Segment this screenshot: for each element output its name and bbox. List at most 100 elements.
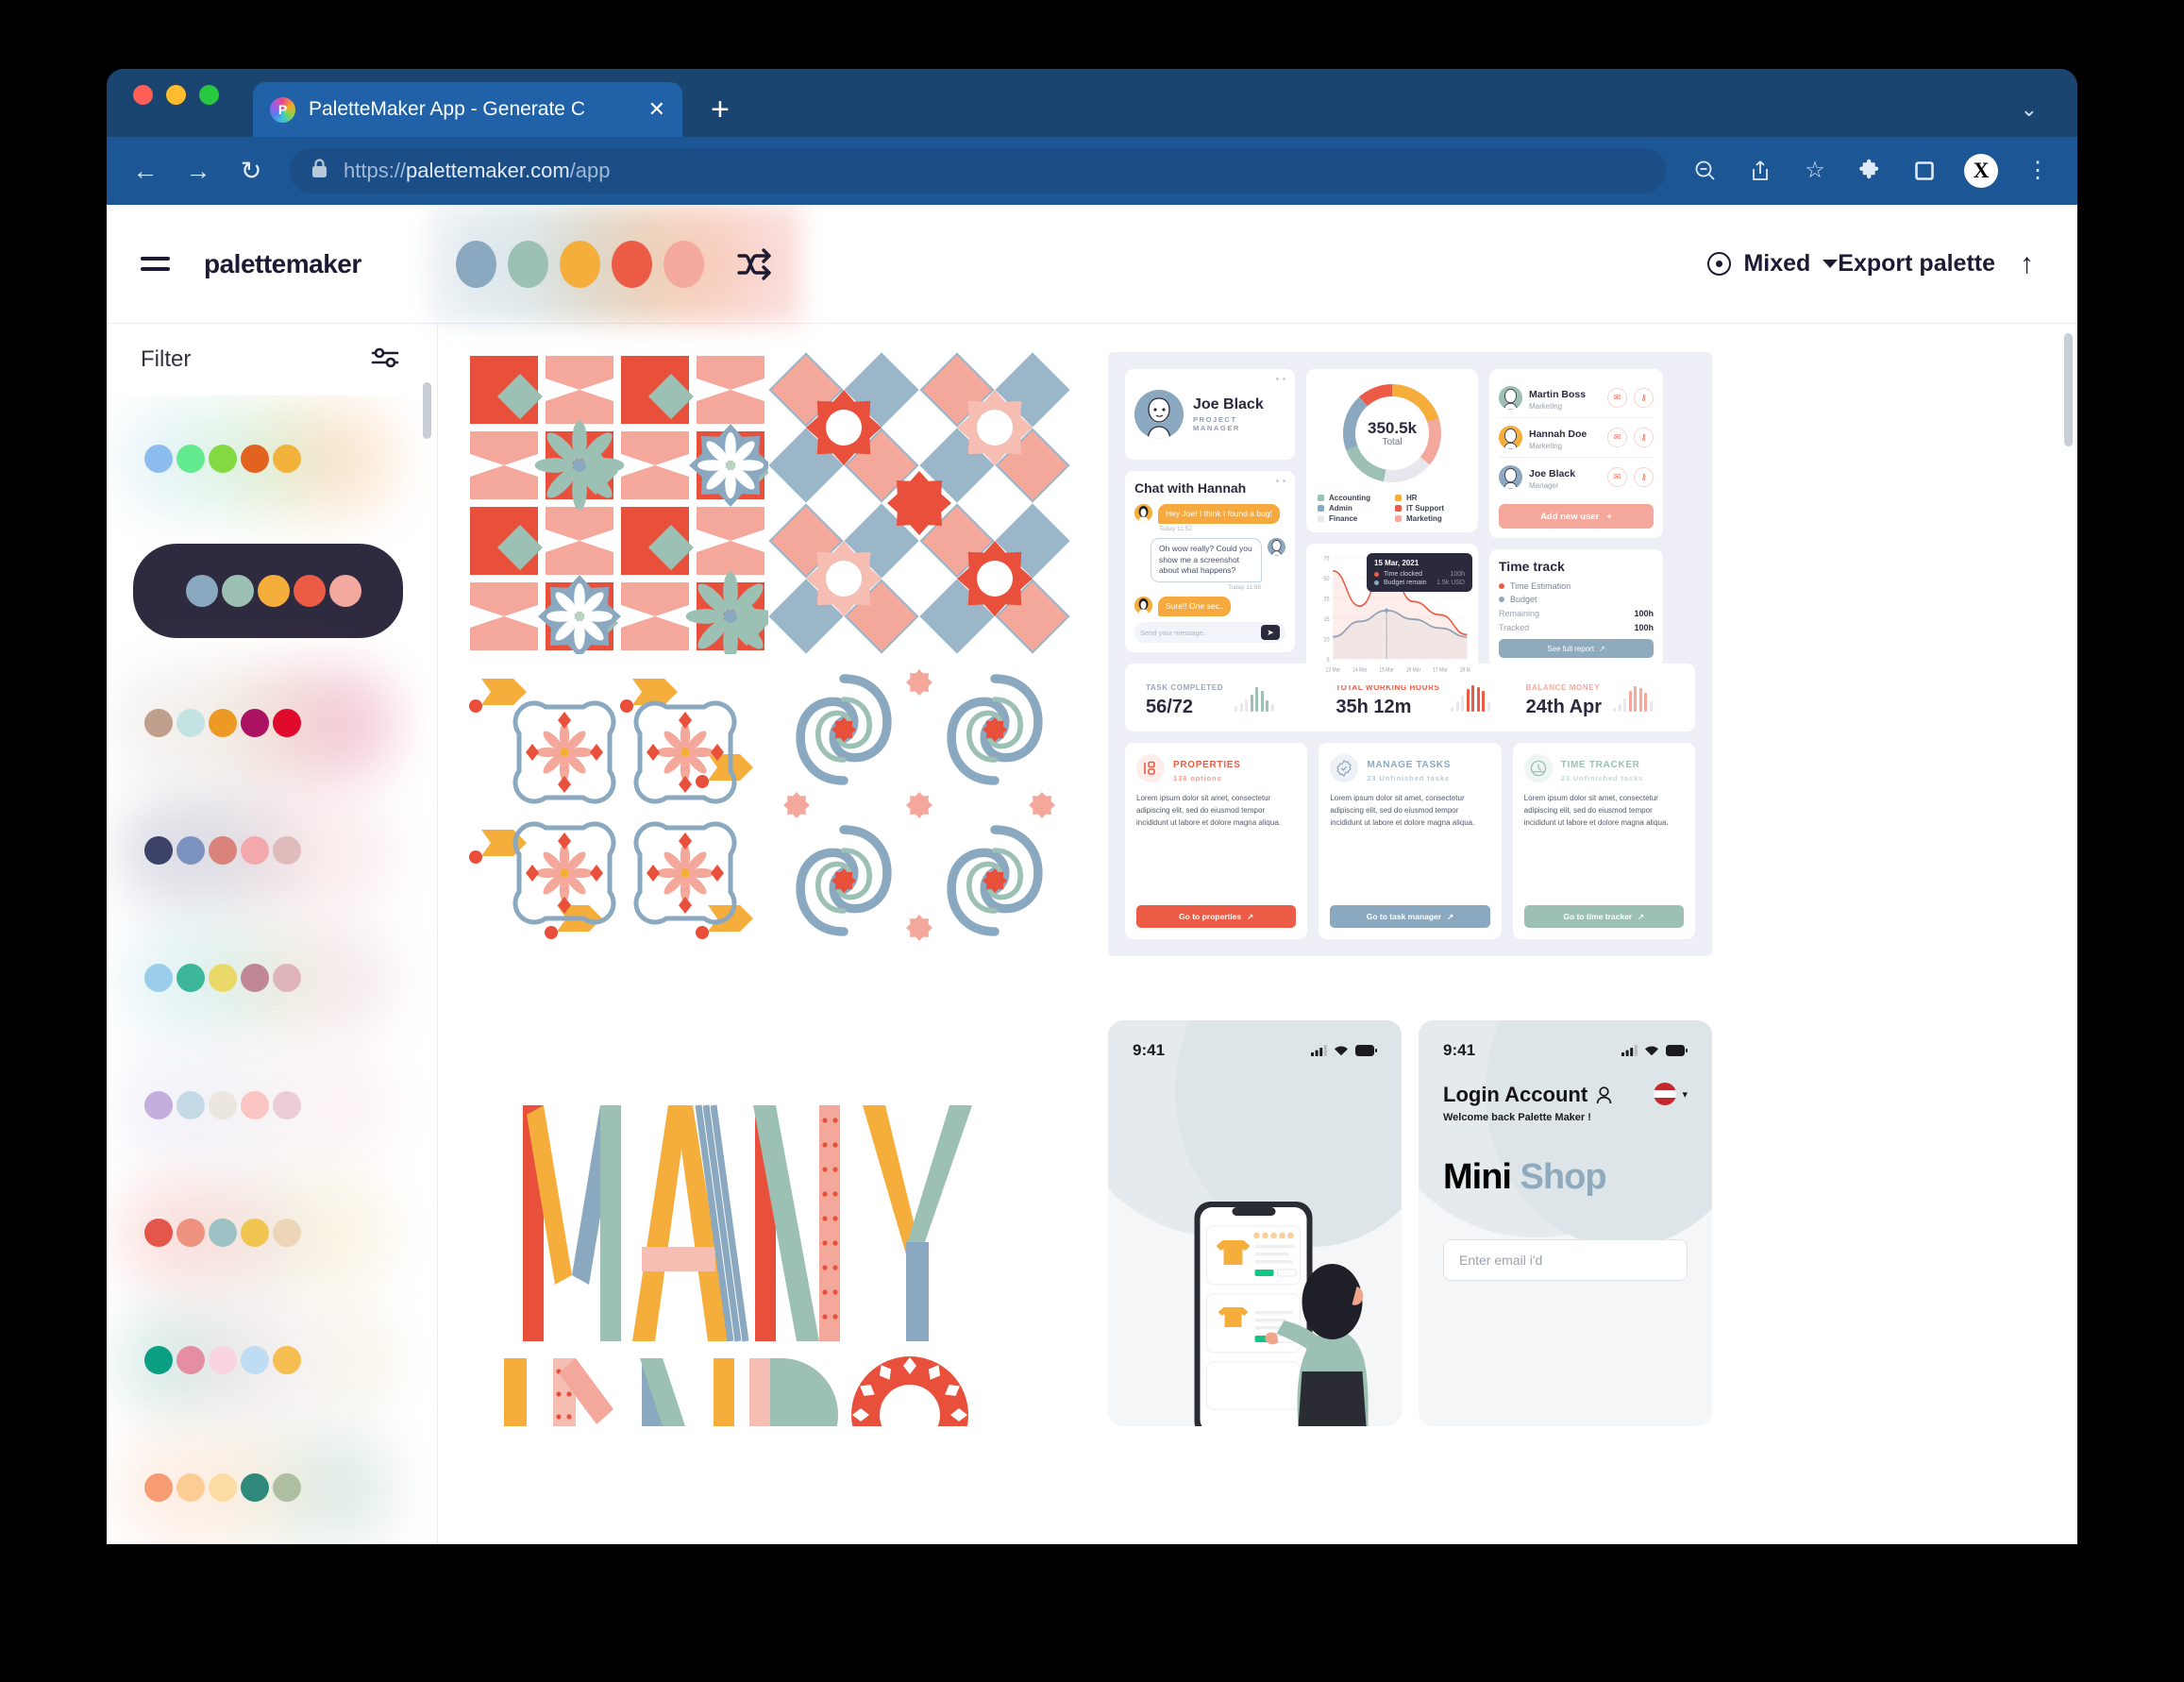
palette-dot[interactable] — [144, 964, 173, 992]
login-phone-mockup[interactable]: 9:41 Login Account Welcome back Palette … — [1419, 1020, 1712, 1426]
palette-row[interactable] — [107, 791, 437, 912]
palette-dot[interactable] — [176, 445, 205, 473]
more-options-icon[interactable] — [1276, 378, 1285, 380]
palette-dot[interactable] — [273, 1091, 301, 1119]
mail-icon[interactable]: ✉ — [1607, 388, 1627, 408]
palette-row[interactable] — [107, 1428, 437, 1544]
palette-dot[interactable] — [273, 964, 301, 992]
export-palette-button[interactable]: Export palette ↑ — [1838, 249, 2077, 278]
palette-dot[interactable] — [144, 445, 173, 473]
new-tab-button[interactable]: + — [711, 93, 730, 126]
reload-button[interactable]: ↻ — [237, 158, 265, 184]
palette-row[interactable] — [107, 664, 437, 784]
close-window-button[interactable] — [133, 84, 153, 105]
palette-dot[interactable] — [186, 575, 218, 607]
palette-dot[interactable] — [241, 836, 269, 865]
palette-dot[interactable] — [273, 1219, 301, 1247]
profile-avatar[interactable]: X — [1964, 154, 1998, 188]
palette-dot[interactable] — [209, 445, 237, 473]
browser-menu-icon[interactable]: ⋮ — [2023, 160, 2053, 182]
palette-dot[interactable] — [209, 1219, 237, 1247]
palette-dot[interactable] — [144, 836, 173, 865]
sliders-icon[interactable] — [371, 346, 399, 374]
palette-dot[interactable] — [329, 575, 361, 607]
chevron-down-icon[interactable]: ⌄ — [2021, 97, 2038, 122]
palette-dot[interactable] — [144, 709, 173, 737]
palette-dot[interactable] — [241, 1219, 269, 1247]
card-action-button[interactable]: Go to task manager ↗ — [1330, 905, 1490, 928]
palette-dot[interactable] — [144, 1091, 173, 1119]
view-mode-dropdown[interactable]: Mixed — [1707, 250, 1839, 278]
palette-dot[interactable] — [273, 1473, 301, 1502]
header-swatch-5[interactable] — [664, 240, 704, 288]
palette-row[interactable] — [133, 544, 403, 638]
palette-dot[interactable] — [176, 1219, 205, 1247]
palette-dot[interactable] — [241, 1346, 269, 1374]
user-row[interactable]: Hannah Doe Marketing ✉ ⚷ — [1499, 418, 1654, 458]
browser-tab[interactable]: P PaletteMaker App - Generate C ✕ — [253, 82, 682, 137]
typography-poster[interactable] — [466, 1020, 1070, 1426]
palette-dot[interactable] — [209, 836, 237, 865]
palette-row[interactable] — [107, 399, 437, 520]
mail-icon[interactable]: ✉ — [1607, 428, 1627, 447]
palette-dot[interactable] — [241, 964, 269, 992]
palette-dot[interactable] — [241, 709, 269, 737]
close-icon[interactable]: ✕ — [648, 99, 665, 120]
palette-row[interactable] — [107, 1301, 437, 1421]
more-options-icon[interactable] — [1276, 479, 1285, 482]
palette-dot[interactable] — [294, 575, 326, 607]
palette-dot[interactable] — [176, 964, 205, 992]
palette-dot[interactable] — [241, 1473, 269, 1502]
card-action-button[interactable]: Go to properties ↗ — [1136, 905, 1297, 928]
user-row[interactable]: Martin Boss Marketing ✉ ⚷ — [1499, 378, 1654, 418]
palette-dot[interactable] — [176, 1473, 205, 1502]
forward-button[interactable]: → — [184, 158, 212, 184]
dashboard-mockup[interactable]: Joe Black PROJECT MANAGER Chat with Hann… — [1108, 352, 1712, 956]
key-icon[interactable]: ⚷ — [1634, 467, 1654, 487]
see-full-report-button[interactable]: See full report ↗ — [1499, 639, 1654, 658]
mail-icon[interactable]: ✉ — [1607, 467, 1627, 487]
palette-dot[interactable] — [209, 1473, 237, 1502]
header-swatch-1[interactable] — [456, 240, 496, 288]
key-icon[interactable]: ⚷ — [1634, 388, 1654, 408]
palette-row[interactable] — [107, 1046, 437, 1167]
hamburger-icon[interactable] — [141, 257, 170, 271]
header-swatch-4[interactable] — [612, 240, 652, 288]
side-panel-icon[interactable] — [1909, 160, 1940, 182]
palette-dot[interactable] — [258, 575, 290, 607]
bookmark-star-icon[interactable]: ☆ — [1800, 160, 1830, 182]
shopping-phone-mockup[interactable]: 9:41 — [1108, 1020, 1402, 1426]
palette-dot[interactable] — [241, 1091, 269, 1119]
app-logo[interactable]: palettemaker — [204, 249, 361, 279]
palette-dot[interactable] — [176, 709, 205, 737]
palette-dot[interactable] — [144, 1346, 173, 1374]
palette-dot[interactable] — [209, 1091, 237, 1119]
user-row[interactable]: Joe Black Manager ✉ ⚷ — [1499, 458, 1654, 496]
palette-dot[interactable] — [209, 1346, 237, 1374]
palette-dot[interactable] — [273, 445, 301, 473]
palette-dot[interactable] — [176, 836, 205, 865]
palette-dot[interactable] — [209, 964, 237, 992]
key-icon[interactable]: ⚷ — [1634, 428, 1654, 447]
back-button[interactable]: ← — [131, 158, 160, 184]
palette-dot[interactable] — [222, 575, 254, 607]
palette-dot[interactable] — [176, 1346, 205, 1374]
share-icon[interactable] — [1745, 159, 1775, 183]
add-user-button[interactable]: Add new user + — [1499, 504, 1654, 529]
palette-dot[interactable] — [209, 709, 237, 737]
send-button[interactable]: ➤ — [1261, 625, 1280, 641]
card-action-button[interactable]: Go to time tracker ↗ — [1523, 905, 1684, 928]
palette-dot[interactable] — [273, 709, 301, 737]
zoom-out-icon[interactable] — [1690, 159, 1721, 183]
palette-dot[interactable] — [273, 1346, 301, 1374]
email-field[interactable]: Enter email i'd — [1443, 1239, 1688, 1281]
palette-row[interactable] — [107, 918, 437, 1039]
palette-dot[interactable] — [144, 1473, 173, 1502]
canvas-scrollbar[interactable] — [2064, 333, 2073, 446]
address-bar[interactable]: https://palettemaker.com/app — [290, 148, 1666, 193]
chat-input[interactable]: Send your message.. ➤ — [1134, 622, 1285, 644]
language-selector[interactable]: ▾ — [1654, 1083, 1688, 1105]
palette-dot[interactable] — [144, 1219, 173, 1247]
maximize-window-button[interactable] — [199, 84, 219, 105]
header-swatch-2[interactable] — [508, 240, 548, 288]
